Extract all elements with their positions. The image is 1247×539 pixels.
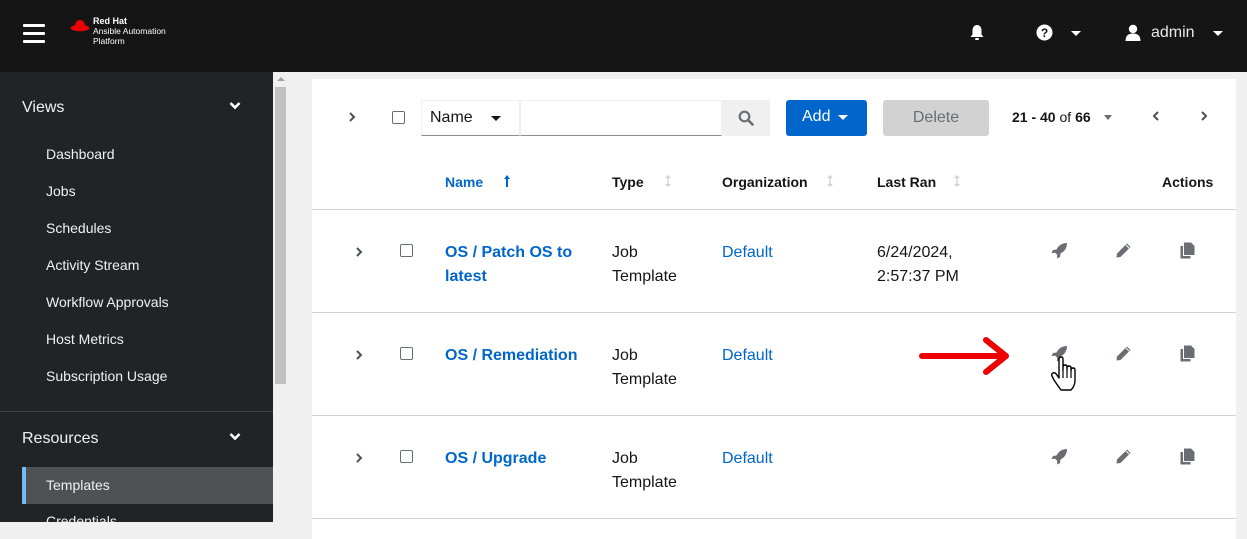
column-header-actions: Actions bbox=[1162, 174, 1214, 190]
sidebar-item-schedules[interactable]: Schedules bbox=[46, 220, 111, 236]
hamburger-menu-icon[interactable] bbox=[23, 24, 45, 44]
copy-icon[interactable] bbox=[1180, 345, 1195, 362]
edit-pencil-icon[interactable] bbox=[1115, 242, 1132, 259]
annotation-arrow-icon bbox=[919, 337, 1009, 375]
template-name-link[interactable]: OS / Patch OS to latest bbox=[445, 241, 590, 289]
edit-pencil-icon[interactable] bbox=[1115, 448, 1132, 465]
nav-group-label: Views bbox=[22, 99, 65, 116]
organization-link[interactable]: Default bbox=[722, 447, 773, 471]
row-checkbox[interactable] bbox=[400, 450, 413, 463]
nav-group-label: Resources bbox=[22, 430, 99, 447]
template-type: Job Template bbox=[612, 450, 677, 491]
edit-pencil-icon[interactable] bbox=[1115, 345, 1132, 362]
copy-icon[interactable] bbox=[1180, 242, 1195, 259]
user-icon[interactable] bbox=[1125, 24, 1141, 41]
column-header-name[interactable]: Name bbox=[445, 174, 483, 190]
column-header-last-ran[interactable]: Last Ran bbox=[877, 174, 936, 190]
nav-group-views[interactable]: Views bbox=[22, 99, 252, 117]
pagination-toggle[interactable]: 21 - 40 of 66 bbox=[1012, 109, 1091, 125]
red-hat-logo-icon bbox=[70, 20, 90, 32]
sort-icon[interactable] bbox=[953, 174, 961, 188]
sort-ascending-icon[interactable] bbox=[503, 174, 511, 188]
expand-all-chevron-icon[interactable] bbox=[348, 111, 356, 123]
sidebar-item-credentials[interactable]: Credentials bbox=[46, 513, 117, 529]
row-expand-chevron-icon[interactable] bbox=[355, 246, 363, 258]
chevron-down-icon bbox=[229, 102, 241, 110]
row-checkbox[interactable] bbox=[400, 347, 413, 360]
next-page-icon[interactable] bbox=[1200, 109, 1208, 123]
template-name-link[interactable]: OS / Upgrade bbox=[445, 447, 590, 471]
delete-button: Delete bbox=[883, 100, 989, 136]
pagination-range: 21 - 40 bbox=[1012, 109, 1056, 125]
template-type: Job Template bbox=[612, 347, 677, 388]
product-name-line2: Platform bbox=[93, 36, 125, 46]
nav-group-resources[interactable]: Resources bbox=[22, 430, 252, 448]
column-header-type[interactable]: Type bbox=[612, 174, 644, 190]
launch-rocket-icon[interactable] bbox=[1051, 448, 1068, 465]
row-expand-chevron-icon[interactable] bbox=[355, 349, 363, 361]
caret-down-icon bbox=[491, 116, 501, 121]
previous-page-icon[interactable] bbox=[1152, 109, 1160, 123]
filter-field-value: Name bbox=[430, 109, 473, 126]
table-row: OS / Remediation Job Template Default bbox=[312, 313, 1236, 416]
sort-icon[interactable] bbox=[826, 174, 834, 188]
caret-down-icon bbox=[838, 115, 848, 120]
sidebar-item-subscription-usage[interactable]: Subscription Usage bbox=[46, 368, 167, 384]
sort-icon[interactable] bbox=[664, 174, 672, 188]
sidebar-item-workflow-approvals[interactable]: Workflow Approvals bbox=[46, 294, 169, 310]
add-button[interactable]: Add bbox=[786, 100, 867, 136]
page-scrollbar[interactable] bbox=[273, 72, 290, 522]
scroll-up-arrow-icon[interactable] bbox=[277, 77, 285, 81]
sidebar-item-activity-stream[interactable]: Activity Stream bbox=[46, 257, 139, 273]
copy-icon[interactable] bbox=[1180, 448, 1195, 465]
pagination-total: 66 bbox=[1075, 109, 1091, 125]
search-button[interactable] bbox=[722, 100, 770, 136]
search-input[interactable] bbox=[520, 100, 722, 136]
brand-logo[interactable]: Red Hat Ansible Automation Platform bbox=[70, 16, 166, 46]
chevron-down-icon bbox=[229, 433, 241, 441]
sidebar-nav: Views Dashboard Jobs Schedules Activity … bbox=[0, 72, 273, 529]
last-ran-value: 6/24/2024, 2:57:37 PM bbox=[877, 244, 959, 285]
sidebar-item-host-metrics[interactable]: Host Metrics bbox=[46, 331, 124, 347]
template-name-link[interactable]: OS / Remediation bbox=[445, 344, 605, 368]
nav-divider bbox=[0, 411, 273, 412]
row-divider bbox=[312, 518, 1236, 519]
question-circle-icon[interactable]: ? bbox=[1036, 24, 1053, 41]
brand-name: Red Hat bbox=[93, 16, 128, 26]
add-button-label: Add bbox=[802, 108, 831, 125]
organization-link[interactable]: Default bbox=[722, 241, 773, 265]
templates-list-card: Name Add Delete 21 - 40 of 66 Name Type … bbox=[312, 79, 1236, 539]
help-dropdown-caret-icon[interactable] bbox=[1071, 31, 1081, 36]
bell-icon[interactable] bbox=[969, 24, 985, 42]
hand-pointer-cursor-icon bbox=[1050, 356, 1076, 391]
launch-rocket-icon[interactable] bbox=[1051, 242, 1068, 259]
user-dropdown-caret-icon[interactable] bbox=[1213, 31, 1223, 36]
row-expand-chevron-icon[interactable] bbox=[355, 452, 363, 464]
pagination-caret-icon[interactable] bbox=[1104, 115, 1112, 120]
pagination-of: of bbox=[1059, 109, 1072, 125]
table-row: OS / Patch OS to latest Job Template Def… bbox=[312, 210, 1236, 313]
product-name-line1: Ansible Automation bbox=[93, 26, 166, 36]
filter-field-select[interactable]: Name bbox=[421, 100, 520, 136]
sidebar-item-dashboard[interactable]: Dashboard bbox=[46, 146, 115, 162]
table-row: OS / Upgrade Job Template Default bbox=[312, 416, 1236, 519]
column-header-organization[interactable]: Organization bbox=[722, 174, 808, 190]
row-checkbox[interactable] bbox=[400, 244, 413, 257]
select-all-checkbox[interactable] bbox=[392, 111, 405, 124]
organization-link[interactable]: Default bbox=[722, 344, 773, 368]
masthead: Red Hat Ansible Automation Platform ? ad… bbox=[0, 0, 1247, 72]
template-type: Job Template bbox=[612, 244, 677, 285]
sidebar-item-jobs[interactable]: Jobs bbox=[46, 183, 76, 199]
scrollbar-thumb[interactable] bbox=[275, 87, 286, 384]
sidebar-item-templates[interactable]: Templates bbox=[22, 467, 273, 504]
svg-text:?: ? bbox=[1041, 26, 1048, 40]
sidebar-item-label: Templates bbox=[46, 477, 110, 493]
search-icon bbox=[738, 110, 754, 126]
user-menu-toggle[interactable]: admin bbox=[1151, 24, 1195, 42]
